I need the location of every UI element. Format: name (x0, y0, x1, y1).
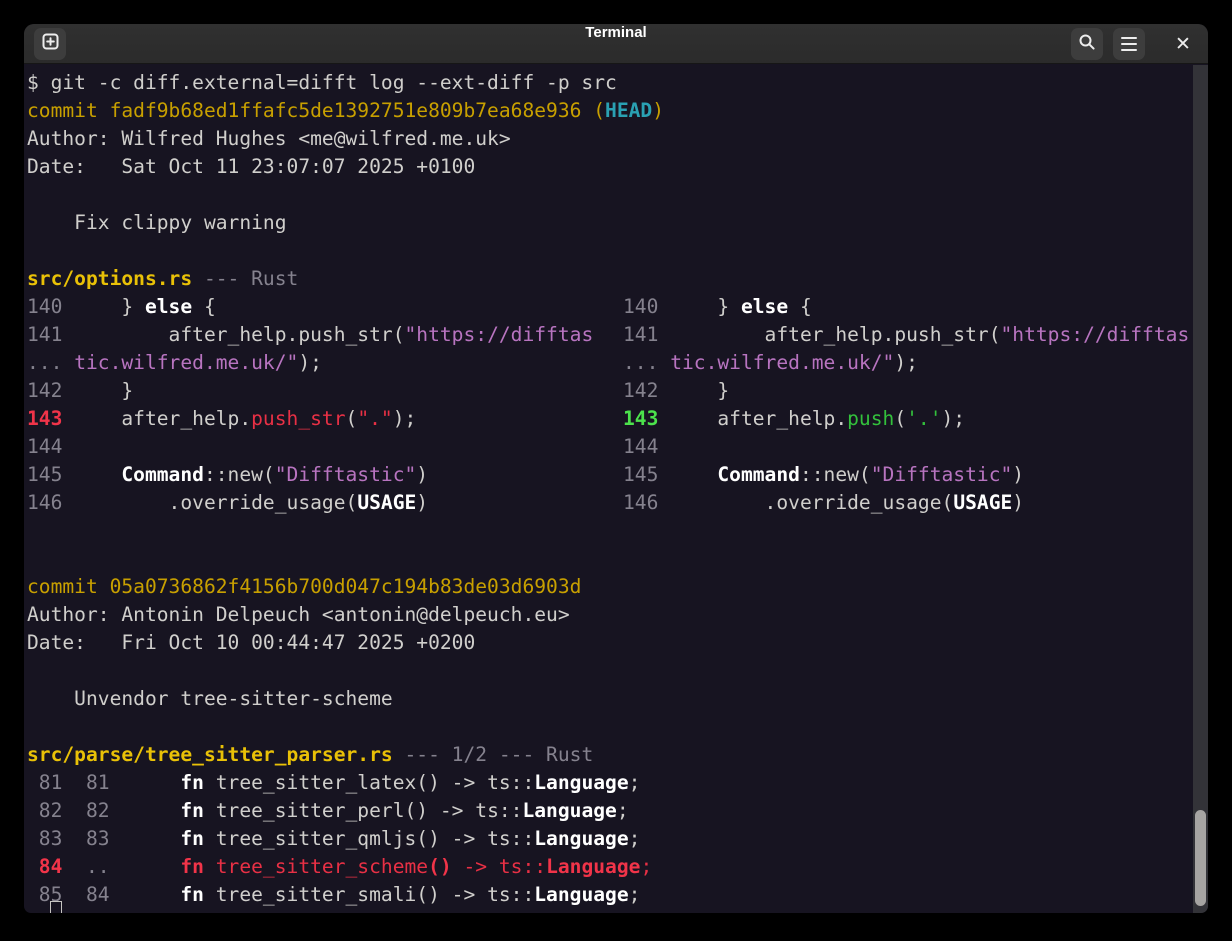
terminal-line: 85 84 fn tree_sitter_smali() -> ts::Lang… (27, 881, 1208, 909)
terminal-line: 140 } else {140 } else { (27, 293, 1208, 321)
terminal-line (27, 517, 1208, 545)
terminal-line: Fix clippy warning (27, 209, 1208, 237)
terminal-line: 84 .. fn tree_sitter_scheme() -> ts::Lan… (27, 853, 1208, 881)
terminal-line: commit fadf9b68ed1ffafc5de1392751e809b7e… (27, 97, 1208, 125)
scrollbar-track[interactable] (1193, 65, 1208, 913)
search-button[interactable] (1071, 28, 1103, 60)
new-tab-button[interactable] (34, 28, 66, 60)
terminal-line: Unvendor tree-sitter-scheme (27, 685, 1208, 713)
terminal-line: 146 .override_usage(USAGE)146 .override_… (27, 489, 1208, 517)
scrollbar-thumb[interactable] (1195, 810, 1206, 906)
terminal-line: 145 Command::new("Difftastic")145 Comman… (27, 461, 1208, 489)
terminal-line: Author: Wilfred Hughes <me@wilfred.me.uk… (27, 125, 1208, 153)
close-button[interactable]: ✕ (1171, 32, 1195, 56)
hamburger-menu-icon (1121, 37, 1137, 52)
terminal-line: commit 05a0736862f4156b700d047c194b83de0… (27, 573, 1208, 601)
terminal-line: src/options.rs --- Rust (27, 265, 1208, 293)
titlebar: Terminal ✕ (24, 24, 1208, 64)
terminal-line: 143 after_help.push_str(".");143 after_h… (27, 405, 1208, 433)
terminal-line: src/parse/tree_sitter_parser.rs --- 1/2 … (27, 741, 1208, 769)
window-title: Terminal (24, 24, 1208, 41)
terminal-lines: $ git -c diff.external=difft log --ext-d… (27, 69, 1208, 909)
terminal-line: $ git -c diff.external=difft log --ext-d… (27, 69, 1208, 97)
terminal-window: Terminal ✕ $ git -c diff.external=difft … (24, 24, 1208, 913)
terminal-line: Date: Sat Oct 11 23:07:07 2025 +0100 (27, 153, 1208, 181)
terminal-line (27, 237, 1208, 265)
close-icon: ✕ (1175, 33, 1191, 55)
terminal-line (27, 657, 1208, 685)
terminal-line: 142 }142 } (27, 377, 1208, 405)
terminal-line: 141 after_help.push_str("https://difftas… (27, 321, 1208, 349)
terminal-line: Author: Antonin Delpeuch <antonin@delpeu… (27, 601, 1208, 629)
menu-button[interactable] (1113, 28, 1145, 60)
terminal-line: 83 83 fn tree_sitter_qmljs() -> ts::Lang… (27, 825, 1208, 853)
terminal-line (27, 545, 1208, 573)
terminal-line: Date: Fri Oct 10 00:44:47 2025 +0200 (27, 629, 1208, 657)
terminal-line: 144144 (27, 433, 1208, 461)
new-tab-icon (42, 33, 59, 55)
terminal-line (27, 713, 1208, 741)
search-icon (1078, 33, 1096, 56)
terminal-content[interactable]: $ git -c diff.external=difft log --ext-d… (24, 65, 1208, 913)
terminal-line: ... tic.wilfred.me.uk/");... tic.wilfred… (27, 349, 1208, 377)
terminal-line: 82 82 fn tree_sitter_perl() -> ts::Langu… (27, 797, 1208, 825)
terminal-line: 81 81 fn tree_sitter_latex() -> ts::Lang… (27, 769, 1208, 797)
terminal-line (27, 181, 1208, 209)
terminal-cursor (50, 901, 62, 913)
